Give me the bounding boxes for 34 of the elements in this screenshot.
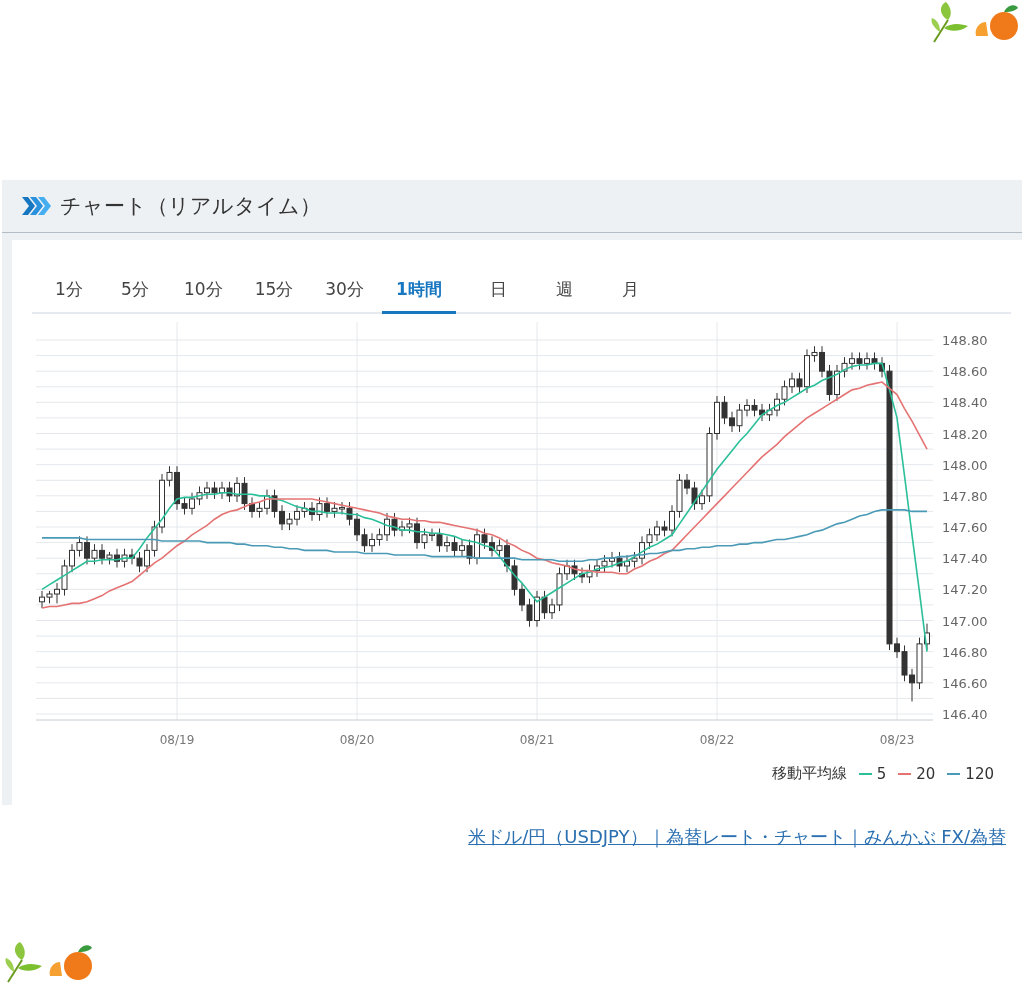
interval-tab[interactable]: 1時間 [381,270,456,314]
panel-title: チャート（リアルタイム） [60,193,321,220]
chevrons-icon [22,197,52,215]
interval-tab[interactable]: 30分 [311,270,378,314]
y-axis-label: 147.60 [942,520,988,535]
y-axis-label: 147.40 [942,551,988,567]
interval-tab[interactable]: 10分 [170,270,237,314]
y-axis-label: 146.60 [942,675,988,691]
x-axis-label: 08/21 [519,733,555,747]
interval-tab[interactable]: 5分 [104,270,166,314]
y-axis-label: 148.40 [942,395,988,411]
x-axis-label: 08/20 [339,733,375,747]
legend-label: 120 [965,764,994,783]
legend-label: 5 [876,764,887,783]
y-axis-label: 148.20 [942,426,988,442]
legend-title: 移動平均線 [771,764,847,783]
y-axis-label: 147.20 [942,582,988,598]
legend-label: 20 [916,764,936,783]
interval-tab[interactable]: 週 [533,270,596,314]
x-axis-label: 08/19 [159,733,195,747]
source-link[interactable]: 米ドル/円（USDJPY）｜為替レート・チャート｜みんかぶ FX/為替 [468,825,1006,849]
y-axis-label: 148.00 [942,457,988,473]
interval-tab[interactable]: 月 [599,270,662,314]
x-axis-label: 08/22 [699,733,735,747]
y-axis-label: 148.60 [942,364,988,380]
y-axis-label: 146.40 [942,707,988,722]
y-axis-label: 146.80 [942,644,988,660]
x-axis-label: 08/23 [879,733,915,747]
interval-tab[interactable]: 日 [467,270,530,314]
y-axis-label: 147.80 [942,488,988,504]
y-axis-label: 147.00 [942,613,988,629]
interval-tab[interactable]: 15分 [240,270,308,314]
interval-tab[interactable]: 1分 [38,270,100,314]
y-axis-label: 148.80 [942,333,988,348]
